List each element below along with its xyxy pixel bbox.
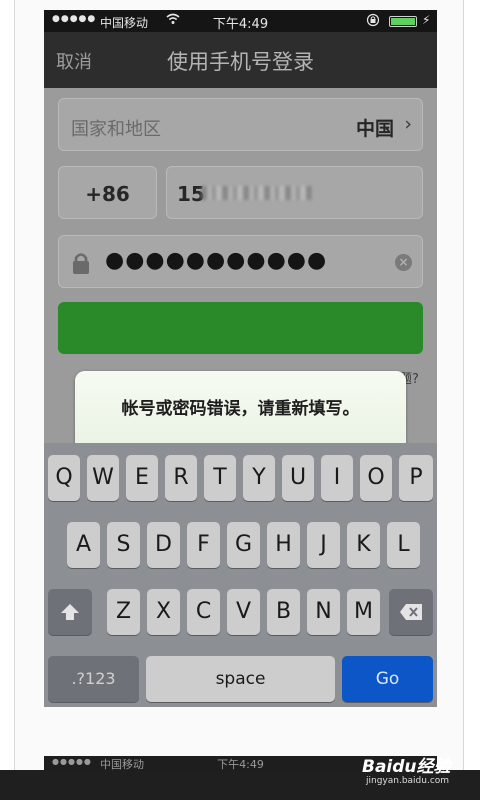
- key-d[interactable]: D: [147, 522, 180, 568]
- phone-screen: ●●●●● 中国移动 下午4:49 ⚡ 取消 使用手机号登录 国家和地区 中国 …: [44, 10, 437, 707]
- key-n[interactable]: N: [307, 589, 340, 635]
- shift-arrow-icon: [60, 599, 80, 624]
- chevron-right-icon: ›: [404, 113, 412, 135]
- key-i[interactable]: I: [321, 455, 353, 501]
- key-w[interactable]: W: [87, 455, 119, 501]
- nav-bar: 取消 使用手机号登录: [44, 32, 437, 88]
- password-value: ●●●●●●●●●●●: [105, 248, 328, 273]
- page-title: 使用手机号登录: [167, 50, 314, 74]
- key-f[interactable]: F: [187, 522, 220, 568]
- key-j[interactable]: J: [307, 522, 340, 568]
- key-z[interactable]: Z: [107, 589, 140, 635]
- key-a[interactable]: A: [67, 522, 100, 568]
- redacted-digits: [201, 186, 313, 200]
- key-m[interactable]: M: [347, 589, 380, 635]
- region-value: 中国: [355, 118, 394, 140]
- key-k[interactable]: K: [347, 522, 380, 568]
- shift-key[interactable]: [48, 589, 92, 635]
- watermark-url: jingyan.baidu.com: [366, 776, 450, 786]
- rotation-lock-icon: [366, 13, 380, 30]
- password-input[interactable]: ●●●●●●●●●●● ×: [58, 235, 423, 288]
- key-y[interactable]: Y: [243, 455, 275, 501]
- status-bar: ●●●●● 中国移动 下午4:49 ⚡: [44, 10, 437, 32]
- region-selector[interactable]: 国家和地区 中国 ›: [58, 98, 423, 151]
- key-t[interactable]: T: [204, 455, 236, 501]
- clear-icon[interactable]: ×: [395, 254, 412, 271]
- charging-icon: ⚡: [422, 13, 431, 27]
- lock-icon: [71, 251, 91, 275]
- key-x[interactable]: X: [147, 589, 180, 635]
- login-button[interactable]: [58, 302, 423, 354]
- key-u[interactable]: U: [282, 455, 314, 501]
- region-label: 国家和地区: [71, 119, 161, 140]
- phone-number-input[interactable]: 15: [166, 166, 423, 219]
- login-form: 国家和地区 中国 › +86 15 ●●●●●●●●●●● × 题? 帐号或密码…: [44, 88, 437, 501]
- key-e[interactable]: E: [126, 455, 158, 501]
- key-r[interactable]: R: [165, 455, 197, 501]
- numbers-key[interactable]: .?123: [48, 656, 139, 702]
- space-key[interactable]: space: [146, 656, 335, 702]
- battery-icon: [389, 16, 417, 27]
- key-b[interactable]: B: [267, 589, 300, 635]
- keyboard: Q W E R T Y U I O P A S D F G H J K L Z …: [44, 443, 437, 707]
- key-o[interactable]: O: [360, 455, 392, 501]
- watermark-brand: Baidu经验: [362, 757, 451, 777]
- baidu-watermark: Baidu经验 jingyan.baidu.com: [362, 748, 474, 792]
- key-q[interactable]: Q: [48, 455, 80, 501]
- key-s[interactable]: S: [107, 522, 140, 568]
- key-v[interactable]: V: [227, 589, 260, 635]
- alert-message: 帐号或密码错误，请重新填写。: [121, 399, 360, 419]
- key-l[interactable]: L: [387, 522, 420, 568]
- key-g[interactable]: G: [227, 522, 260, 568]
- go-key[interactable]: Go: [342, 656, 433, 702]
- key-c[interactable]: C: [187, 589, 220, 635]
- backspace-icon: [399, 599, 423, 624]
- country-code-value: +86: [85, 182, 130, 206]
- key-p[interactable]: P: [399, 455, 433, 501]
- alert-message-area: 帐号或密码错误，请重新填写。: [75, 371, 406, 447]
- backspace-key[interactable]: [389, 589, 433, 635]
- key-h[interactable]: H: [267, 522, 300, 568]
- country-code-field[interactable]: +86: [58, 166, 157, 219]
